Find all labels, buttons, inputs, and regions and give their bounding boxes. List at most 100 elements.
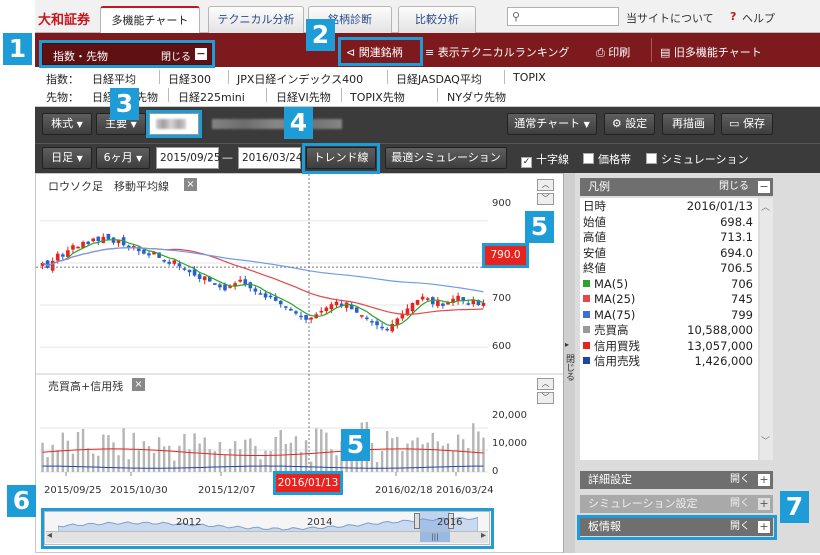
close-icon[interactable]: × bbox=[132, 378, 145, 391]
period-select[interactable]: 6ヶ月 ▼ bbox=[96, 147, 150, 169]
candle bbox=[354, 307, 359, 313]
tab-multi-chart[interactable]: 多機能チャート bbox=[100, 6, 200, 34]
date-from-input[interactable]: 2015/09/25 bbox=[156, 147, 221, 169]
index-link[interactable]: 日経平均 bbox=[92, 71, 136, 87]
candle bbox=[197, 274, 202, 279]
candle bbox=[76, 246, 80, 249]
legend-close-label[interactable]: 閉じる bbox=[719, 178, 749, 196]
legend-scrollbar[interactable]: ︿ ﹀ bbox=[760, 198, 773, 460]
help-link[interactable]: ヘルプ bbox=[742, 10, 775, 26]
legend-row-value: 799 bbox=[731, 307, 753, 322]
volume-bar bbox=[269, 451, 272, 472]
legend-row-label: 日時 bbox=[583, 199, 606, 213]
old-chart-button[interactable]: ▤ 旧多機能チャート bbox=[660, 44, 762, 60]
futures-link[interactable]: TOPIX先物 bbox=[350, 89, 405, 105]
technical-ranking-button[interactable]: ≡ 表示テクニカルランキング bbox=[425, 44, 569, 60]
volume-bar bbox=[289, 442, 293, 472]
price-tick: 700 bbox=[492, 293, 512, 304]
legend-row: 始値 698.4 bbox=[583, 215, 755, 231]
settings-button[interactable]: ⚙ 設定 bbox=[604, 113, 655, 135]
volume-bar bbox=[375, 462, 379, 472]
callout-box-3 bbox=[146, 110, 202, 138]
index-link[interactable]: JPX日経インデックス400 bbox=[237, 71, 363, 87]
series-swatch bbox=[583, 341, 590, 349]
chevron-down-icon[interactable]: ﹀ bbox=[761, 434, 770, 447]
tab-compare[interactable]: 比較分析 bbox=[398, 6, 476, 33]
candle bbox=[71, 245, 75, 250]
volume-tick: 20,000 bbox=[492, 410, 527, 421]
index-link[interactable]: 日経JASDAQ平均 bbox=[396, 71, 482, 87]
checkmark-icon: ✓ bbox=[521, 157, 532, 168]
price-band-checkbox[interactable]: 価格帯 bbox=[583, 151, 631, 167]
old-chart-label: 旧多機能チャート bbox=[673, 46, 762, 59]
volume-bar bbox=[315, 428, 318, 472]
market-value: 株式 bbox=[51, 117, 74, 130]
candle bbox=[96, 236, 101, 242]
save-button[interactable]: ▭ 保存 bbox=[721, 113, 773, 135]
interval-select[interactable]: 日足 ▼ bbox=[42, 147, 92, 169]
volume-bar bbox=[446, 443, 450, 472]
search-input[interactable]: ⚲ bbox=[507, 7, 619, 26]
candle bbox=[182, 268, 187, 270]
series-swatch bbox=[583, 310, 590, 318]
collapse-icon[interactable]: − bbox=[758, 181, 770, 193]
volume-bar bbox=[157, 437, 161, 472]
tab-technical[interactable]: テクニカル分析 bbox=[208, 6, 304, 33]
chevron-down-icon[interactable]: ﹀ bbox=[537, 193, 554, 205]
legend-row-value: 13,057,000 bbox=[687, 338, 753, 353]
legend-row: 日時 2016/01/13 bbox=[583, 199, 755, 215]
callout-3: 3 bbox=[110, 88, 139, 120]
detail-settings-header[interactable]: 詳細設定 開く + bbox=[580, 471, 773, 489]
save-icon: ▭ bbox=[729, 117, 740, 130]
volume-bar bbox=[284, 444, 288, 472]
candle bbox=[263, 293, 268, 298]
print-button[interactable]: ⎙ 印刷 bbox=[596, 44, 630, 60]
chart-type-select[interactable]: 通常チャート ▼ bbox=[507, 113, 597, 135]
simulation-settings-header[interactable]: シミュレーション設定 開く + bbox=[580, 495, 773, 513]
callout-4: 4 bbox=[284, 107, 313, 139]
volume-bar bbox=[274, 436, 277, 472]
legend-row-value: 706.5 bbox=[720, 261, 753, 275]
simulation-label: シミュレーション bbox=[661, 153, 749, 166]
crosshair-label: 十字線 bbox=[536, 153, 569, 166]
legend-row: 信用売残 1,426,000 bbox=[583, 354, 755, 370]
volume-bar bbox=[264, 450, 267, 472]
futures-link[interactable]: 日経VI先物 bbox=[276, 89, 331, 105]
date-to-input[interactable]: 2016/03/24 bbox=[238, 147, 303, 169]
candle bbox=[410, 302, 415, 312]
legend-header: 凡例 閉じる − bbox=[580, 178, 773, 196]
legend-row-value: 10,588,000 bbox=[687, 323, 753, 337]
chevron-down-icon: ▼ bbox=[76, 154, 83, 163]
volume-bar bbox=[223, 454, 227, 472]
index-link[interactable]: TOPIX bbox=[513, 71, 546, 84]
volume-bar bbox=[173, 460, 176, 472]
candle bbox=[50, 260, 55, 271]
futures-link[interactable]: 日経225mini bbox=[178, 89, 245, 105]
volume-bar bbox=[97, 455, 100, 472]
series-swatch bbox=[583, 326, 590, 333]
volume-tick: 0 bbox=[492, 466, 499, 477]
volume-bar bbox=[122, 428, 125, 472]
candle bbox=[436, 300, 440, 307]
volume-bar bbox=[132, 432, 135, 472]
close-icon[interactable]: × bbox=[184, 178, 197, 191]
crosshair-checkbox[interactable]: ✓ 十字線 bbox=[521, 151, 569, 168]
legend-row: MA(75) 799 bbox=[583, 308, 755, 324]
futures-link[interactable]: NYダウ先物 bbox=[447, 89, 506, 105]
optimize-simulation-button[interactable]: 最適シミュレーション bbox=[385, 147, 507, 169]
chevron-down-icon[interactable]: ﹀ bbox=[537, 392, 554, 404]
about-link[interactable]: 当サイトについて bbox=[626, 10, 714, 26]
legend-row-value: 694.0 bbox=[720, 245, 753, 260]
volume-bar bbox=[142, 441, 146, 472]
index-link[interactable]: 日経300 bbox=[168, 71, 211, 87]
chevron-up-icon[interactable]: ︿ bbox=[761, 200, 770, 213]
simulation-checkbox[interactable]: シミュレーション bbox=[646, 151, 749, 167]
chevron-up-icon[interactable]: ︿ bbox=[537, 179, 554, 191]
chevron-up-icon[interactable]: ︿ bbox=[537, 378, 554, 390]
volume-bar bbox=[335, 455, 338, 472]
callout-7: 7 bbox=[780, 491, 809, 523]
redraw-button[interactable]: 再描画 bbox=[662, 113, 715, 135]
market-select[interactable]: 株式 ▼ bbox=[42, 113, 92, 135]
price-band-label: 価格帯 bbox=[598, 153, 631, 166]
date-tick: 2015/10/30 bbox=[110, 485, 168, 496]
